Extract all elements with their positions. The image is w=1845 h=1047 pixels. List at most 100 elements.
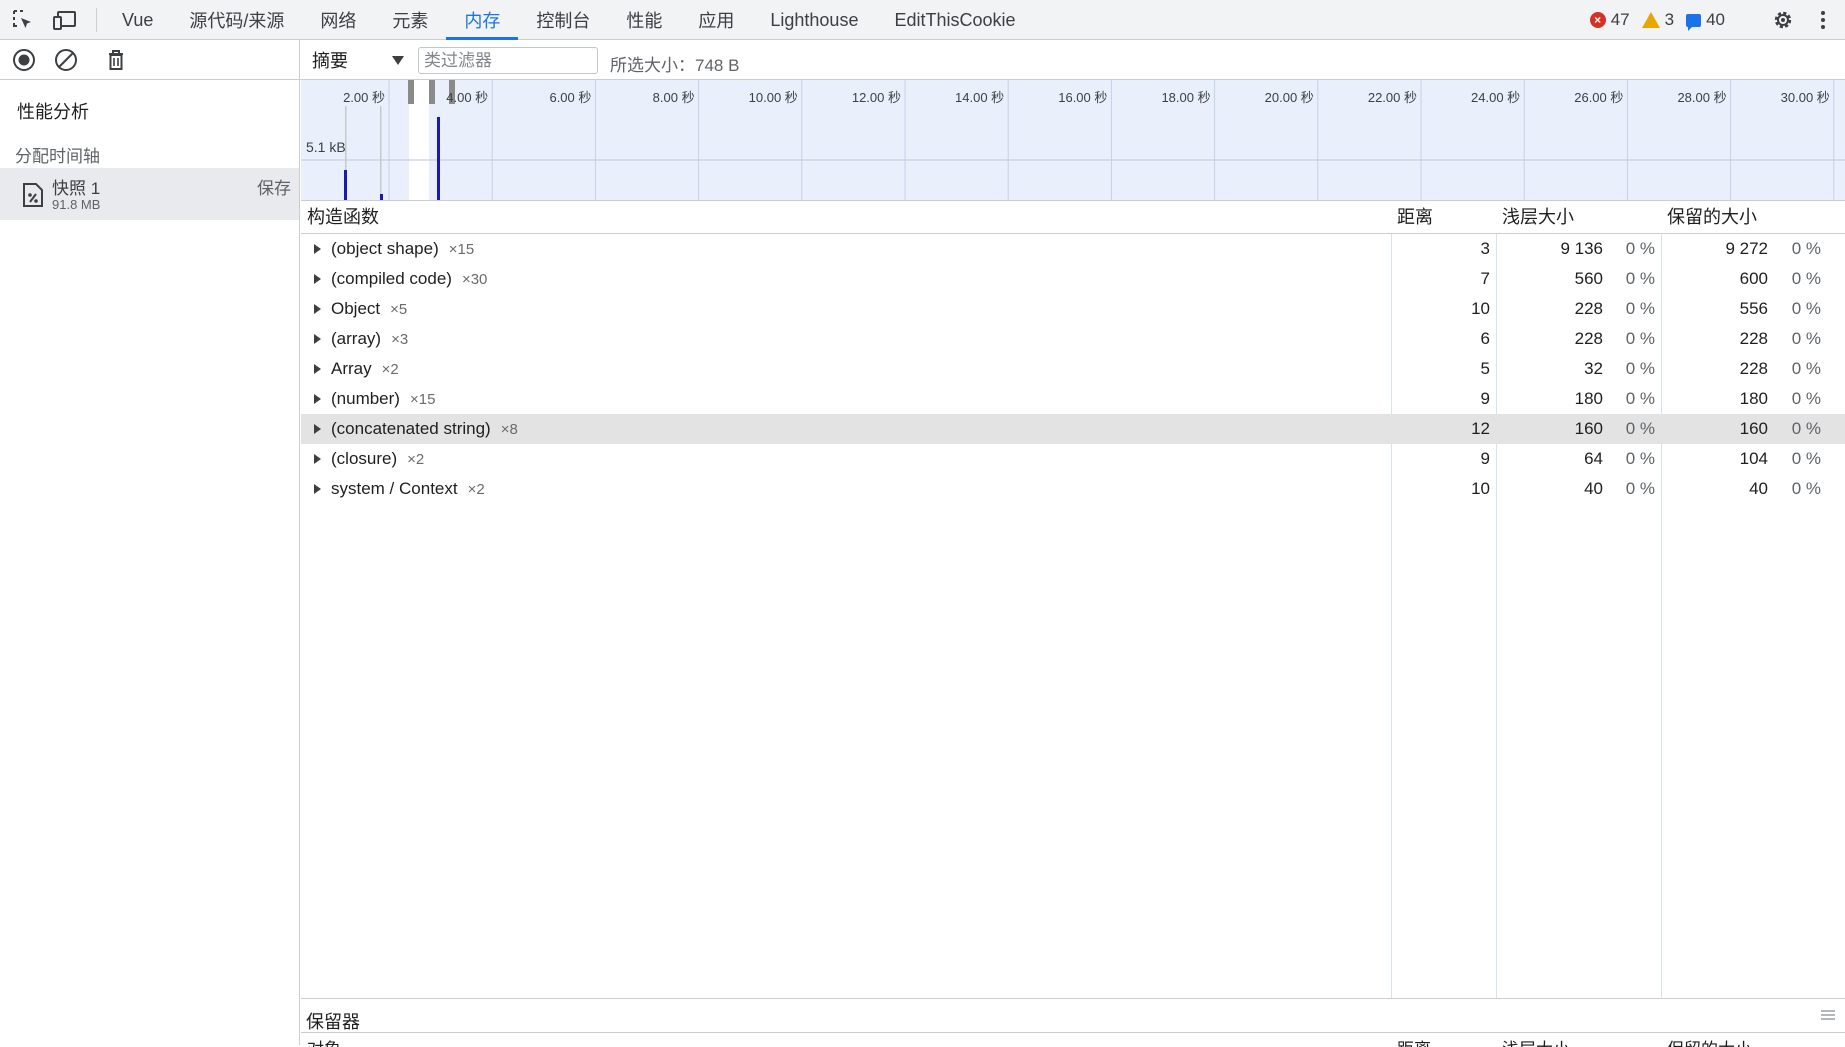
shallow-percent-cell: 0 % [1625,239,1655,258]
shallow-size-cell: 560 [1574,269,1603,288]
tab-1[interactable]: 源代码/来源 [171,0,302,40]
table-row[interactable]: (closure) ×2 9 64 0 % 104 0 % [301,444,1845,474]
timeline-tick-label: 18.00 秒 [1161,90,1210,105]
perspective-select[interactable]: 摘要 [312,47,404,73]
retainers-retained-header[interactable]: 保留的大小 [1667,1035,1752,1047]
allocation-timeline-chart[interactable]: 2.00 秒 4.00 秒 6.00 秒 8.00 秒 10.00 秒 12.00 秒 14… [301,80,1845,201]
device-toolbar-icon[interactable] [52,8,78,32]
timeline-tick-label: 16.00 秒 [1058,90,1107,105]
shallow-size-cell: 40 [1584,479,1603,498]
warning-counter[interactable]: 3 [1641,10,1674,30]
trash-icon[interactable] [103,48,129,72]
settings-gear-icon[interactable] [1771,8,1795,32]
timeline-tick-label: 10.00 秒 [749,90,798,105]
constructor-cell: (array) ×3 [331,329,408,349]
heap-view-toolbar: 摘要 所选大小：748 B [300,40,1845,80]
expand-triangle-icon[interactable] [314,484,321,494]
timeline-tick-label: 6.00 秒 [549,90,591,105]
timeline-tick-label: 4.00 秒 [446,90,488,105]
expand-triangle-icon[interactable] [314,364,321,374]
perspective-select-value: 摘要 [312,51,348,71]
error-count: 47 [1610,10,1630,29]
tab-7[interactable]: 应用 [680,0,752,40]
table-row[interactable]: (number) ×15 9 180 0 % 180 0 % [301,384,1845,414]
retained-percent-cell: 0 % [1791,359,1821,378]
dropdown-arrow-icon [392,56,404,65]
shallow-percent-cell: 0 % [1625,389,1655,408]
issue-counters[interactable]: × 47 3 40 [1589,0,1725,40]
instance-count: ×8 [500,421,518,438]
message-counter[interactable]: 40 [1686,10,1725,31]
table-row[interactable]: Array ×2 5 32 0 % 228 0 % [301,354,1845,384]
retainers-distance-header[interactable]: 距离 [1397,1035,1431,1047]
tab-3[interactable]: 元素 [374,0,446,40]
timeline-y-label: 5.1 kB [306,139,346,155]
expand-triangle-icon[interactable] [314,334,321,344]
table-row[interactable]: system / Context ×2 10 40 0 % 40 0 % [301,474,1845,504]
expand-triangle-icon[interactable] [314,394,321,404]
expand-triangle-icon[interactable] [314,424,321,434]
inspect-element-icon[interactable] [10,8,36,32]
constructor-cell: (number) ×15 [331,389,435,409]
retained-percent-cell: 0 % [1791,449,1821,468]
resize-grip-icon[interactable] [1821,1009,1835,1021]
shallow-percent-cell: 0 % [1625,419,1655,438]
timeline-tick-label: 20.00 秒 [1265,90,1314,105]
tab-8[interactable]: Lighthouse [752,0,876,40]
selection-handle-left[interactable] [429,80,435,104]
table-row[interactable]: (object shape) ×15 3 9 136 0 % 9 272 0 % [301,234,1845,264]
distance-cell: 6 [1480,329,1490,348]
tab-6[interactable]: 性能 [608,0,680,40]
retained-size-cell: 556 [1739,299,1768,318]
expand-triangle-icon[interactable] [314,454,321,464]
profiles-section-title: 性能分析 [17,102,89,122]
retained-percent-cell: 0 % [1791,269,1821,288]
expand-triangle-icon[interactable] [314,244,321,254]
snapshot-item[interactable]: 快照 1 91.8 MB 保存 [0,168,299,220]
shallow-percent-cell: 0 % [1625,329,1655,348]
allocation-timeline[interactable]: 2.00 秒 4.00 秒 6.00 秒 8.00 秒 10.00 秒 12.00 秒 14… [301,80,1845,201]
table-row[interactable]: (array) ×3 6 228 0 % 228 0 % [301,324,1845,354]
selected-size-label: 所选大小：748 B [610,56,740,75]
retained-size-header[interactable]: 保留的大小 [1661,201,1757,233]
shallow-size-header[interactable]: 浅层大小 [1496,201,1574,233]
more-options-icon[interactable] [1815,8,1831,32]
timeline-tick-label: 26.00 秒 [1574,90,1623,105]
retainers-object-header[interactable]: 对象 [307,1035,341,1047]
expand-triangle-icon[interactable] [314,274,321,284]
constructor-header[interactable]: 构造函数 [301,201,379,233]
allocation-timeline-title: 分配时间轴 [15,147,100,166]
class-filter-input[interactable] [418,47,598,74]
table-row[interactable]: Object ×5 10 228 0 % 556 0 % [301,294,1845,324]
message-icon [1686,13,1702,31]
retained-percent-cell: 0 % [1791,299,1821,318]
record-icon[interactable] [11,48,37,72]
retained-percent-cell: 0 % [1791,389,1821,408]
error-counter[interactable]: × 47 [1589,10,1630,30]
tab-4[interactable]: 内存 [446,0,519,40]
retainers-shallow-header[interactable]: 浅层大小 [1502,1035,1570,1047]
profiles-sidebar: 性能分析 分配时间轴 快照 1 91.8 MB 保存 [0,40,300,1045]
constructor-cell: (closure) ×2 [331,449,424,469]
instance-count: ×30 [461,271,488,288]
tab-2[interactable]: 网络 [302,0,374,40]
panel-tabs: Vue 源代码/来源 网络 元素 内存 控制台 性能 应用 Lighthouse EditThis… [104,0,1034,40]
error-icon: × [1589,12,1606,28]
tab-9[interactable]: EditThisCookie [876,0,1033,40]
distance-header[interactable]: 距离 [1391,201,1433,233]
retained-percent-cell: 0 % [1791,239,1821,258]
table-row[interactable]: (compiled code) ×30 7 560 0 % 600 0 % [301,264,1845,294]
retained-size-cell: 180 [1739,389,1768,408]
table-row[interactable]: (concatenated string) ×8 12 160 0 % 160 0 % [301,414,1845,444]
message-count: 40 [1706,10,1725,29]
retained-size-cell: 40 [1749,479,1768,498]
shallow-size-cell: 64 [1584,449,1603,468]
instance-count: ×2 [381,361,399,378]
expand-triangle-icon[interactable] [314,304,321,314]
tab-0[interactable]: Vue [104,0,171,40]
constructor-name: Object [331,299,381,318]
save-snapshot-link[interactable]: 保存 [257,174,291,199]
tab-5[interactable]: 控制台 [518,0,608,40]
devtools-tab-bar: Vue 源代码/来源 网络 元素 内存 控制台 性能 应用 Lighthouse EditThis… [0,0,1845,40]
clear-icon[interactable] [53,48,79,72]
